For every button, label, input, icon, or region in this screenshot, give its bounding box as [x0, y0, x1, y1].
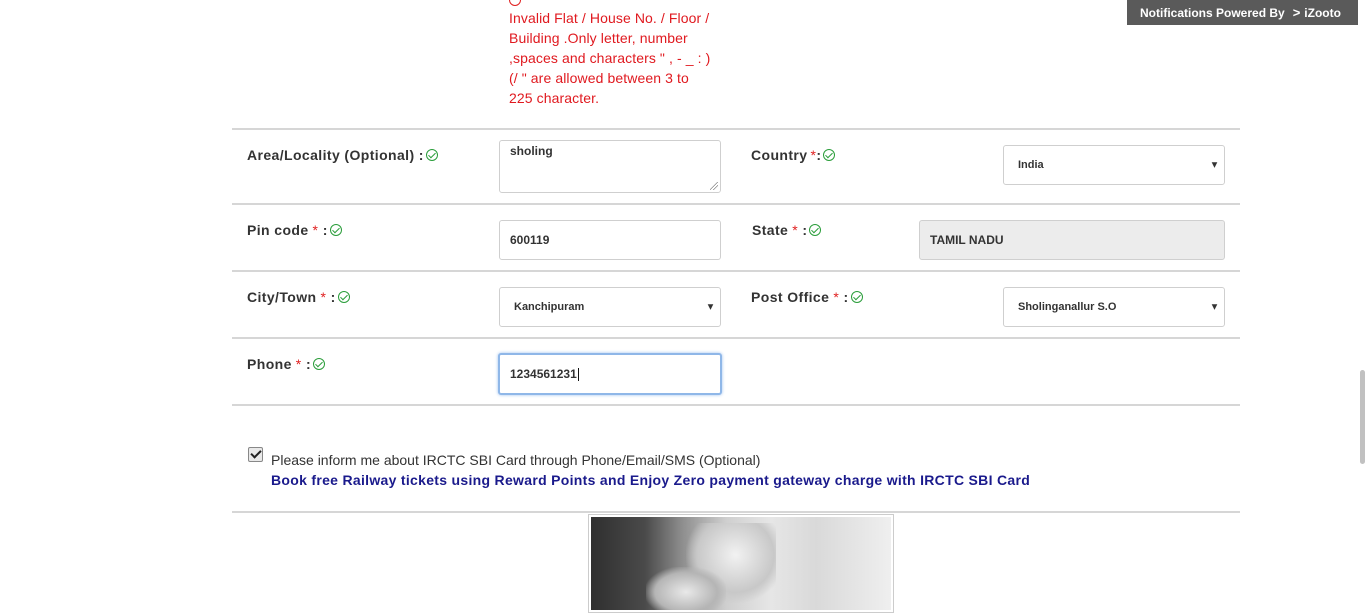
- row-divider: [232, 270, 1240, 272]
- country-select[interactable]: India ▾: [1003, 145, 1225, 185]
- city-label-text: City/Town: [247, 289, 317, 305]
- consent-label[interactable]: Please inform me about IRCTC SBI Card th…: [271, 452, 760, 468]
- row-divider: [232, 337, 1240, 339]
- required-mark: *: [833, 289, 840, 305]
- valid-check-icon: [337, 291, 350, 303]
- state-value: TAMIL NADU: [930, 233, 1004, 247]
- area-label-text: Area/Locality (Optional) :: [247, 147, 424, 163]
- area-locality-label: Area/Locality (Optional) :: [247, 147, 438, 163]
- label-colon: :: [305, 356, 311, 372]
- state-input: TAMIL NADU: [919, 220, 1225, 260]
- advertisement-image[interactable]: [588, 514, 894, 613]
- scrollbar-thumb[interactable]: [1360, 370, 1365, 464]
- pincode-value: 600119: [510, 233, 550, 247]
- phone-value: 1234561231: [510, 367, 577, 381]
- valid-check-icon: [313, 358, 325, 370]
- valid-check-icon: [809, 224, 822, 236]
- state-label: State * :: [752, 222, 822, 238]
- country-label-text: Country: [751, 147, 808, 163]
- country-label: Country *:: [751, 147, 836, 163]
- country-selected-value: India: [1018, 159, 1044, 171]
- label-colon: :: [802, 222, 808, 238]
- area-locality-value: sholing: [510, 144, 553, 158]
- required-mark: *: [312, 222, 319, 238]
- chevron-down-icon: ▾: [707, 301, 713, 313]
- city-label: City/Town * :: [247, 289, 350, 305]
- valid-check-icon: [329, 224, 342, 236]
- label-colon: :: [322, 222, 328, 238]
- post-office-select[interactable]: Sholinganallur S.O ▾: [1003, 287, 1225, 327]
- post-office-label: Post Office * :: [751, 289, 863, 305]
- required-mark: *: [295, 356, 302, 372]
- sbi-card-consent-checkbox[interactable]: [248, 447, 263, 462]
- pincode-label: Pin code * :: [247, 222, 342, 238]
- phone-label: Phone * :: [247, 356, 325, 372]
- page-scrollbar[interactable]: [1358, 0, 1366, 613]
- notification-brand: iZooto: [1304, 5, 1341, 20]
- error-icon: [509, 0, 521, 6]
- label-colon: :: [816, 147, 822, 163]
- valid-check-icon: [823, 149, 836, 161]
- chevron-down-icon: ▾: [1211, 301, 1217, 313]
- izooto-logo-icon: >: [1292, 5, 1301, 20]
- label-colon: :: [330, 289, 336, 305]
- baby-photo: [591, 517, 891, 610]
- row-divider: [232, 128, 1240, 130]
- city-select[interactable]: Kanchipuram ▾: [499, 287, 721, 327]
- city-selected-value: Kanchipuram: [514, 301, 585, 313]
- pincode-input[interactable]: 600119: [499, 220, 721, 260]
- notification-banner[interactable]: Notifications Powered By > iZooto: [1127, 0, 1360, 25]
- state-label-text: State: [752, 222, 789, 238]
- phone-label-text: Phone: [247, 356, 292, 372]
- required-mark: *: [792, 222, 799, 238]
- phone-input[interactable]: 1234561231: [498, 353, 722, 395]
- area-locality-textarea[interactable]: sholing: [499, 140, 721, 193]
- chevron-down-icon: ▾: [1211, 159, 1217, 171]
- resize-handle-icon[interactable]: [710, 182, 718, 190]
- text-cursor: [577, 367, 579, 381]
- pincode-label-text: Pin code: [247, 222, 309, 238]
- notification-text: Notifications Powered By: [1140, 5, 1285, 20]
- row-divider: [232, 511, 1240, 513]
- address-error-message: Invalid Flat / House No. / Floor / Build…: [509, 10, 711, 106]
- valid-check-icon: [425, 149, 438, 161]
- valid-check-icon: [850, 291, 863, 303]
- label-colon: :: [843, 289, 849, 305]
- post-office-selected-value: Sholinganallur S.O: [1018, 301, 1117, 313]
- row-divider: [232, 203, 1240, 205]
- post-office-label-text: Post Office: [751, 289, 830, 305]
- row-divider: [232, 404, 1240, 406]
- sbi-card-promo-text: Book free Railway tickets using Reward P…: [271, 472, 1031, 488]
- required-mark: *: [320, 289, 327, 305]
